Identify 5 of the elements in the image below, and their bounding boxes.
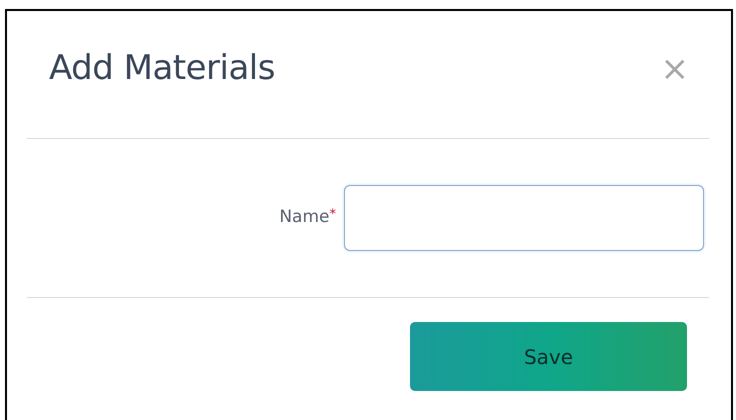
close-button[interactable]: ×	[654, 52, 695, 86]
dialog-title: Add Materials	[49, 48, 275, 89]
name-input-field[interactable]	[344, 185, 704, 251]
save-button[interactable]: Save	[410, 322, 687, 391]
field-label: Name*	[279, 206, 336, 230]
